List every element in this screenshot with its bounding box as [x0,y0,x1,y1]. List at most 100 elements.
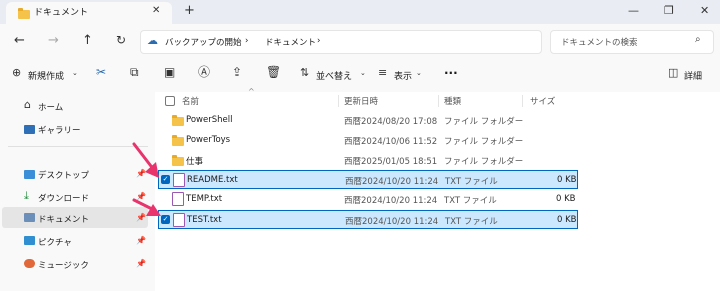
column-header-name[interactable]: 名前 [182,95,199,107]
file-row[interactable]: 仕事 西暦2025/01/05 18:51 ファイル フォルダー [158,151,578,170]
nav-item-music[interactable]: ミュージック [38,259,89,271]
pin-icon: 📌 [136,259,146,268]
sort-icon: ⇅ [300,66,310,79]
file-modified: 西暦2024/10/06 11:52 [344,137,438,147]
text-file-icon [173,213,185,227]
new-tab-button[interactable]: + [184,4,195,17]
breadcrumb-root[interactable]: バックアップの開始 [165,36,242,48]
file-size: 0 KB [556,194,576,204]
nav-item-desktop[interactable]: デスクトップ [38,169,89,181]
file-modified: 西暦2025/01/05 18:51 [344,157,438,167]
file-name: TEMP.txt [186,194,223,204]
nav-divider [8,146,148,147]
tab-title: ドキュメント [34,8,89,18]
close-window-button[interactable]: ✕ [700,5,709,16]
file-row[interactable]: TEMP.txt 西暦2024/10/20 11:24 TXT ファイル 0 K… [158,190,578,209]
file-row-selected[interactable]: ✓ TEST.txt 西暦2024/10/20 11:24 TXT ファイル 0… [158,210,578,229]
desktop-icon [24,170,35,179]
nav-item-home[interactable]: ホーム [38,101,63,113]
column-header-size[interactable]: サイズ [530,95,555,107]
refresh-icon[interactable]: ↻ [116,34,126,46]
more-options-button[interactable]: ··· [444,66,458,80]
file-row[interactable]: PowerToys 西暦2024/10/06 11:52 ファイル フォルダー [158,131,578,150]
new-plus-icon: ⊕ [12,66,22,79]
file-type: TXT ファイル [444,196,497,206]
paste-icon[interactable]: ▣ [164,66,175,78]
sort-ascending-icon: ^ [248,87,255,96]
annotation-arrow-test [132,198,161,216]
nav-item-gallery[interactable]: ギャラリー [38,124,81,136]
column-divider[interactable] [438,95,439,107]
nav-item-documents[interactable]: ドキュメント [38,213,89,225]
file-type: ファイル フォルダー [444,137,524,147]
text-file-icon [173,173,185,187]
text-file-icon [172,192,184,206]
annotation-arrows [132,142,161,216]
search-input[interactable]: ドキュメントの検索 [561,36,638,48]
file-size: 0 KB [557,215,577,225]
column-divider[interactable] [338,95,339,107]
file-modified: 西暦2024/10/20 11:24 [345,177,439,187]
sort-button[interactable]: 並べ替え [316,69,352,82]
download-icon: ⤓ [24,189,29,202]
minimize-button[interactable]: — [628,5,639,16]
cloud-backup-icon: ☁ [147,34,158,47]
file-name: 仕事 [186,157,204,167]
file-type: TXT ファイル [445,217,498,227]
file-row-selected[interactable]: ✓ README.txt 西暦2024/10/20 11:24 TXT ファイル… [158,170,578,189]
address-bar[interactable]: ☁ バックアップの開始 › ドキュメント › [140,30,542,54]
nav-item-downloads[interactable]: ダウンロード [38,192,89,204]
maximize-button[interactable]: ❐ [664,5,674,16]
chevron-down-icon: ⌄ [416,69,422,77]
file-name: PowerShell [186,115,233,125]
file-type: TXT ファイル [445,177,498,187]
close-tab-icon[interactable]: ✕ [152,6,160,16]
file-name: README.txt [187,175,238,185]
search-box[interactable]: ドキュメントの検索 ⌕ [550,30,714,54]
share-icon[interactable]: ⇪ [232,66,242,78]
column-divider[interactable] [522,95,523,107]
folder-icon [172,155,184,166]
search-icon: ⌕ [695,34,701,45]
breadcrumb-current[interactable]: ドキュメント [265,36,316,48]
column-header-type[interactable]: 種類 [444,95,461,107]
details-pane-icon: ◫ [668,66,679,79]
view-button[interactable]: 表示 [394,69,412,82]
back-arrow-icon[interactable]: ← [14,34,25,47]
file-modified: 西暦2024/08/20 17:08 [344,117,438,127]
file-row[interactable]: PowerShell 西暦2024/08/20 17:08 ファイル フォルダー [158,111,578,130]
select-all-checkbox[interactable] [165,96,175,106]
breadcrumb-separator[interactable]: › [245,36,248,46]
chevron-down-icon: ⌄ [72,69,78,77]
file-modified: 西暦2024/10/20 11:24 [345,217,439,227]
home-icon: ⌂ [24,98,31,111]
column-header-modified[interactable]: 更新日時 [344,95,378,107]
pictures-icon [24,236,35,245]
cut-icon[interactable]: ✂ [96,66,106,78]
up-arrow-icon[interactable]: ↑ [82,34,93,47]
forward-arrow-icon[interactable]: → [48,34,59,47]
view-icon: ≡ [378,66,388,79]
trash-icon[interactable]: 🗑 [266,66,281,78]
chevron-down-icon: ⌄ [360,69,366,77]
annotation-arrow-readme [132,142,159,178]
folder-icon [18,8,30,19]
file-type: ファイル フォルダー [444,157,524,167]
file-modified: 西暦2024/10/20 11:24 [344,196,438,206]
folder-icon [172,115,184,126]
details-button[interactable]: 詳細 [684,69,702,82]
new-button[interactable]: 新規作成 [28,69,64,82]
file-name: PowerToys [186,135,231,145]
copy-icon[interactable]: ⧉ [130,66,139,78]
nav-item-pictures[interactable]: ピクチャ [38,236,72,248]
tab-documents[interactable] [6,2,172,24]
file-size: 0 KB [557,175,577,185]
breadcrumb-separator-2[interactable]: › [317,36,320,46]
music-icon [24,259,35,268]
documents-icon [24,213,35,222]
file-name: TEST.txt [187,215,222,225]
gallery-icon [24,125,35,134]
file-type: ファイル フォルダー [444,117,524,127]
folder-icon [172,135,184,146]
rename-icon[interactable]: Ⓐ [198,66,210,78]
